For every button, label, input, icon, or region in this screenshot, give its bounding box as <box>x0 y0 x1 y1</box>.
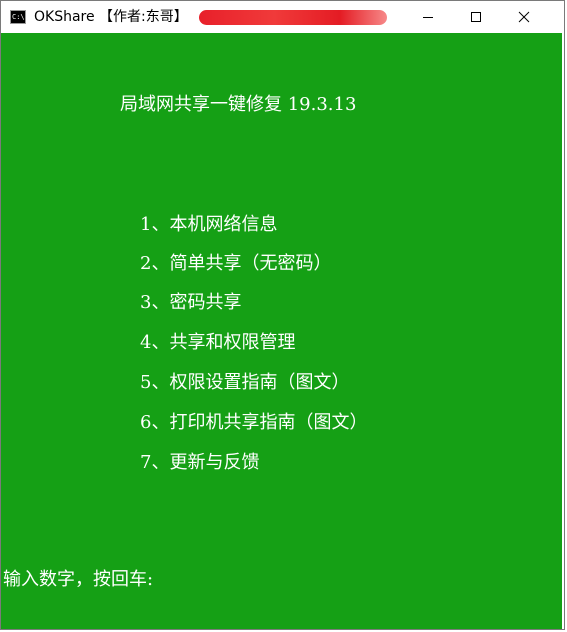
input-prompt[interactable]: 输入数字，按回车: <box>3 569 153 591</box>
menu-item-permission-manage: 4、共享和权限管理 <box>140 332 296 353</box>
close-button[interactable] <box>501 1 547 33</box>
separator-line: ________________________________________… <box>32 139 423 149</box>
maximize-icon <box>471 12 481 22</box>
title-bar[interactable]: C:\. OKShare 【作者:东哥】 <box>1 1 564 33</box>
close-icon <box>518 11 530 23</box>
console-output[interactable]: 局域网共享一键修复 19.3.13 ______________________… <box>1 33 564 629</box>
window-title: OKShare 【作者:东哥】 <box>34 9 188 25</box>
menu-item-update-feedback: 7、更新与反馈 <box>140 452 260 473</box>
menu-item-simple-share: 2、简单共享（无密码） <box>140 253 332 274</box>
maximize-button[interactable] <box>453 1 499 33</box>
redaction-mark <box>199 10 387 25</box>
app-heading: 局域网共享一键修复 19.3.13 <box>120 94 357 115</box>
window-right-edge <box>562 33 564 629</box>
minimize-icon <box>423 17 433 18</box>
menu-item-password-share: 3、密码共享 <box>140 292 242 313</box>
menu-item-network-info: 1、本机网络信息 <box>140 214 278 235</box>
menu-item-permission-guide: 5、权限设置指南（图文） <box>140 372 350 393</box>
console-app-icon[interactable]: C:\. <box>10 10 26 24</box>
console-window: C:\. OKShare 【作者:东哥】 局域网共享一键修复 19.3.13 _… <box>0 0 565 630</box>
menu-item-printer-guide: 6、打印机共享指南（图文） <box>140 412 368 433</box>
minimize-button[interactable] <box>405 1 451 33</box>
